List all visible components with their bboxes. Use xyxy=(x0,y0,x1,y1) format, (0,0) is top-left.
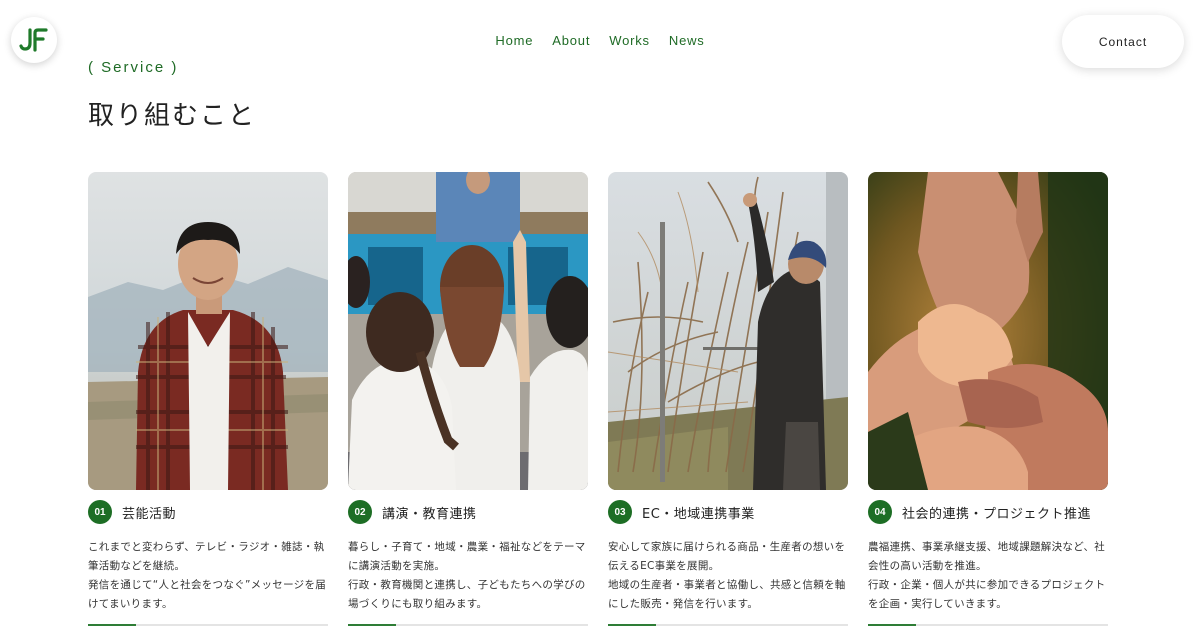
vineyard-farmer-photo xyxy=(608,172,848,490)
card-number-badge: 04 xyxy=(868,500,892,524)
card-number-badge: 03 xyxy=(608,500,632,524)
service-card-1[interactable]: 01 芸能活動 これまでと変わらず、テレビ・ラジオ・雑誌・執 筆活動などを継続。… xyxy=(88,172,328,626)
nav-about[interactable]: About xyxy=(552,33,590,48)
service-card-4[interactable]: 04 社会的連携・プロジェクト推進 農福連携、事業承継支援、地域課題解決など、社… xyxy=(868,172,1108,626)
card-text-line: 行政・企業・個人が共に参加できるプロジェクト xyxy=(868,579,1106,591)
card-text-line: 伝えるEC事業を展開。 xyxy=(608,560,720,572)
service-cards: 01 芸能活動 これまでと変わらず、テレビ・ラジオ・雑誌・執 筆活動などを継続。… xyxy=(88,172,1108,626)
card-text-line: を企画・実行していきます。 xyxy=(868,598,1008,610)
children-in-classroom-photo xyxy=(348,172,588,490)
card-title: 芸能活動 xyxy=(122,506,177,522)
nav-news[interactable]: News xyxy=(669,33,705,48)
card-progress-bar xyxy=(348,624,588,626)
card-title: EC・地域連携事業 xyxy=(642,506,755,522)
card-title: 講演・教育連携 xyxy=(382,506,477,522)
section-title: 取り組むこと xyxy=(88,101,257,131)
card-progress-fill xyxy=(608,624,656,626)
main-nav: Home About Works News xyxy=(0,33,1200,48)
card-text-line: 暮らし・子育て・地域・農業・福祉などをテーマ xyxy=(348,541,586,553)
contact-button[interactable]: Contact xyxy=(1062,15,1184,68)
card-text-line: これまでと変わらず、テレビ・ラジオ・雑誌・執 xyxy=(88,541,325,553)
card-progress-bar xyxy=(88,624,328,626)
card-description: 安心して家族に届けられる商品・生産者の想いを 伝えるEC事業を展開。 地域の生産… xyxy=(608,538,848,614)
card-text-line: 地域の生産者・事業者と協働し、共感と信頼を軸 xyxy=(608,579,846,591)
card-text-line: にした販売・発信を行います。 xyxy=(608,598,759,610)
card-description: 農福連携、事業承継支援、地域課題解決など、社 会性の高い活動を推進。 行政・企業… xyxy=(868,538,1108,614)
card-text-line: 行政・教育機関と連携し、子どもたちへの学びの xyxy=(348,579,586,591)
card-text-line: 筆活動などを継続。 xyxy=(88,560,186,572)
card-progress-bar xyxy=(868,624,1108,626)
service-card-3[interactable]: 03 EC・地域連携事業 安心して家族に届けられる商品・生産者の想いを 伝えるE… xyxy=(608,172,848,626)
card-text-line: 農福連携、事業承継支援、地域課題解決など、社 xyxy=(868,541,1106,553)
service-card-2[interactable]: 02 講演・教育連携 暮らし・子育て・地域・農業・福祉などをテーマ に講演活動を… xyxy=(348,172,588,626)
card-text-line: けてまいります。 xyxy=(88,598,173,610)
card-description: これまでと変わらず、テレビ・ラジオ・雑誌・執 筆活動などを継続。 発信を通じて“… xyxy=(88,538,328,614)
joined-hands-photo xyxy=(868,172,1108,490)
card-progress-fill xyxy=(348,624,396,626)
man-in-plaid-shirt-photo xyxy=(88,172,328,490)
nav-works[interactable]: Works xyxy=(609,33,650,48)
card-number-badge: 02 xyxy=(348,500,372,524)
card-number-badge: 01 xyxy=(88,500,112,524)
card-text-line: 発信を通じて“人と社会をつなぐ”メッセージを届 xyxy=(88,579,327,591)
card-title: 社会的連携・プロジェクト推進 xyxy=(902,506,1092,522)
section-eyebrow: ( Service ) xyxy=(88,59,179,76)
card-text-line: に講演活動を実施。 xyxy=(348,560,446,572)
card-text-line: 会性の高い活動を推進。 xyxy=(868,560,987,572)
card-text-line: 安心して家族に届けられる商品・生産者の想いを xyxy=(608,541,846,553)
card-description: 暮らし・子育て・地域・農業・福祉などをテーマ に講演活動を実施。 行政・教育機関… xyxy=(348,538,588,614)
nav-home[interactable]: Home xyxy=(495,33,533,48)
card-progress-fill xyxy=(88,624,136,626)
card-text-line: 場づくりにも取り組みます。 xyxy=(348,598,488,610)
card-progress-fill xyxy=(868,624,916,626)
card-progress-bar xyxy=(608,624,848,626)
